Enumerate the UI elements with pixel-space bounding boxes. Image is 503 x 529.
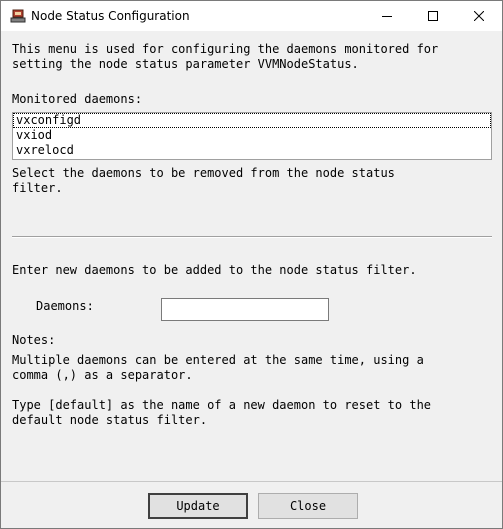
title-bar[interactable]: Node Status Configuration	[1, 1, 502, 31]
notes-heading: Notes:	[12, 333, 56, 347]
note2-line2: default node status filter.	[12, 413, 208, 427]
section-divider	[12, 236, 492, 238]
close-icon	[474, 11, 484, 21]
maximize-button[interactable]	[410, 1, 456, 31]
app-icon	[10, 8, 26, 24]
note1-line1: Multiple daemons can be entered at the s…	[12, 353, 424, 367]
close-window-button[interactable]	[456, 1, 502, 31]
remove-hint-line1: Select the daemons to be removed from th…	[12, 166, 395, 180]
window-title: Node Status Configuration	[31, 9, 190, 23]
minimize-button[interactable]	[364, 1, 410, 31]
close-button[interactable]: Close	[258, 493, 358, 519]
daemons-input[interactable]	[161, 298, 329, 321]
intro-text-line1: This menu is used for configuring the da…	[12, 42, 439, 56]
dialog-window: Node Status Configuration This menu is u…	[0, 0, 503, 529]
list-item-vxiod[interactable]: vxiod	[13, 128, 491, 143]
monitored-daemons-list[interactable]: vxconfigd vxiod vxrelocd	[12, 112, 492, 160]
daemons-field-label: Daemons:	[36, 299, 94, 313]
maximize-icon	[428, 11, 438, 21]
add-instruction: Enter new daemons to be added to the nod…	[12, 263, 417, 277]
note1-line2: comma (,) as a separator.	[12, 368, 193, 382]
note2-line1: Type [default] as the name of a new daem…	[12, 398, 432, 412]
footer-divider	[1, 481, 502, 482]
update-button[interactable]: Update	[148, 493, 248, 519]
list-item-vxconfigd[interactable]: vxconfigd	[13, 113, 491, 128]
list-item-vxrelocd[interactable]: vxrelocd	[13, 143, 491, 158]
remove-hint-line2: filter.	[12, 181, 63, 195]
minimize-icon	[382, 16, 392, 17]
monitored-daemons-label: Monitored daemons:	[12, 92, 143, 106]
intro-text-line2: setting the node status parameter VVMNod…	[12, 57, 359, 71]
